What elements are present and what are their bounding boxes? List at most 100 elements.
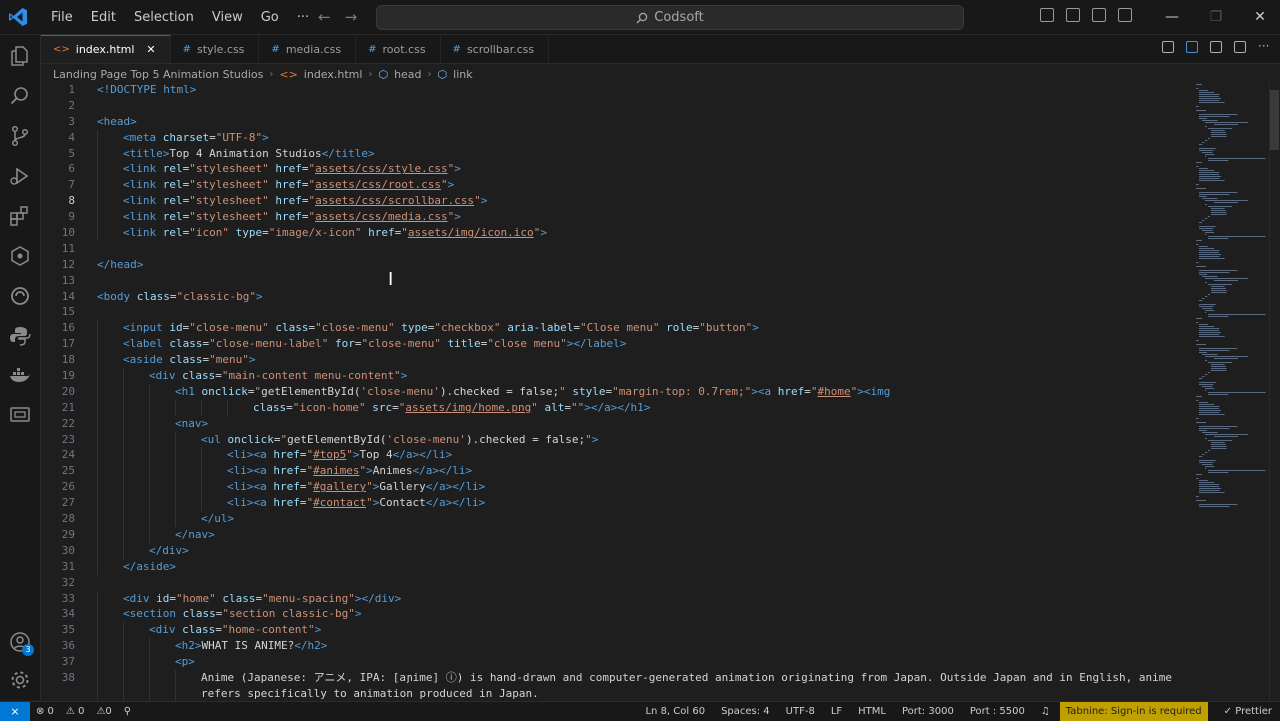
code-line[interactable]: 16 <input id="close-menu" class="close-me… [41,320,1191,337]
code-line[interactable]: refers specifically to animation produce… [41,685,1191,700]
indentation[interactable]: Spaces: 4 [721,706,770,717]
run-debug-icon[interactable] [8,164,32,188]
prettier-status[interactable]: ✓ Prettier [1224,706,1272,717]
toggle-secondary-sidebar-icon[interactable] [1092,8,1106,22]
code-line[interactable]: 36 <h2>WHAT IS ANIME?</h2> [41,638,1191,655]
back-arrow-icon[interactable]: ← [318,8,331,26]
gitlens-icon[interactable] [8,244,32,268]
docker-icon[interactable] [8,364,32,388]
code-line[interactable]: 1 <!DOCTYPE html> [41,82,1191,98]
code-line[interactable]: 31 </aside> [41,558,1191,575]
code-line[interactable]: 34 <section class="section classic-bg"> [41,606,1191,623]
code-line[interactable]: 22 <nav> [41,415,1191,432]
problems-errors[interactable]: ⊗ 0 [36,706,54,717]
code-line[interactable]: 20 <h1 onclick = " getElementById('close-men… [41,383,1191,400]
live-server-port-3000[interactable]: Port: 3000 [902,706,954,717]
breadcrumb-head[interactable]: head [394,68,421,81]
bell-icon[interactable]: ♫ [1041,706,1050,717]
cursor-position[interactable]: Ln 8, Col 60 [645,706,705,717]
source-control-icon[interactable] [8,124,32,148]
code-line[interactable]: 27 <li><a href="#contact">Contact</a></li… [41,495,1191,512]
code-line[interactable]: 18 <aside class="menu"> [41,352,1191,369]
tab-media-css[interactable]: # media.css [259,35,357,63]
command-center[interactable]: Codsoft [376,5,964,30]
breadcrumb-folder[interactable]: Landing Page Top 5 Animation Studios [53,68,263,81]
python-icon[interactable] [8,324,32,348]
close-tab-icon[interactable]: ✕ [146,43,155,56]
code-line[interactable]: 23 <ul onclick="getElementById('close-men… [41,431,1191,448]
code-line[interactable]: 32 [41,575,1191,591]
code-line[interactable]: 15 [41,304,1191,320]
comments-icon[interactable] [8,404,32,428]
explorer-icon[interactable] [8,44,32,68]
breadcrumb-link[interactable]: link [453,68,472,81]
code-line[interactable]: 2 [41,98,1191,114]
code-line[interactable]: 11 [41,241,1191,257]
minimize-button[interactable]: — [1150,0,1194,34]
compare-icon[interactable] [1186,41,1198,53]
code-line[interactable]: 17 <label class="close-menu-label" for="c… [41,336,1191,353]
toggle-panel-icon[interactable] [1066,8,1080,22]
code-line[interactable]: 5 <title>Top 4 Animation Studios</title> [41,145,1191,162]
problems-warnings[interactable]: ⚠ 0 [66,706,85,717]
ports-indicator[interactable]: ⚠0 [96,706,111,717]
menu-file[interactable]: File [42,10,82,25]
menu-more[interactable]: ··· [288,10,318,25]
code-line[interactable]: 3 <head> [41,114,1191,130]
toggle-primary-sidebar-icon[interactable] [1040,8,1054,22]
code-line[interactable]: 4 <meta charset="UTF-8"> [41,129,1191,146]
code-line[interactable]: 37 <p> [41,654,1191,670]
code-line[interactable]: 13 [41,273,1191,289]
code-line[interactable]: 38 Anime (Japanese: アニメ, IPA: [aɲime] ⓘ) … [41,669,1191,686]
menu-view[interactable]: View [203,10,252,25]
settings-gear-icon[interactable] [8,668,32,692]
tab-index-html[interactable]: <> index.html ✕ [41,35,171,63]
minimap[interactable] [1192,82,1268,512]
code-line[interactable]: 19 <div class="main-content menu-content"… [41,368,1191,384]
menu-edit[interactable]: Edit [82,10,125,25]
code-line[interactable]: 14 <body class="classic-bg"> [41,289,1191,305]
code-line[interactable]: 24 <li><a href="#top5">Top 4</a></li> [41,447,1191,464]
code-line[interactable]: 7 <link rel="stylesheet" href="assets/css… [41,177,1191,194]
code-line[interactable]: 8 <link rel="stylesheet" href="assets/css… [41,193,1191,210]
menu-selection[interactable]: Selection [125,10,203,25]
menu-go[interactable]: Go [252,10,288,25]
encoding[interactable]: UTF-8 [786,706,815,717]
editor-scrollbar[interactable] [1269,82,1280,700]
code-line[interactable]: 10 <link rel="icon" type="image/x-icon" h… [41,225,1191,241]
code-line[interactable]: 33 <div id="home" class="menu-spacing"></… [41,590,1191,607]
tab-scrollbar-css[interactable]: # scrollbar.css [441,35,550,63]
code-line[interactable]: 29 </nav> [41,526,1191,543]
code-line[interactable]: 28 </ul> [41,511,1191,527]
customize-layout-icon[interactable] [1118,8,1132,22]
open-preview-icon[interactable] [1162,41,1174,53]
forward-arrow-icon[interactable]: → [345,8,358,26]
branch-icon[interactable]: ⚲ [124,706,131,717]
close-window-button[interactable]: ✕ [1238,0,1280,34]
end-of-line[interactable]: LF [831,706,842,717]
open-changes-icon[interactable] [1210,41,1222,53]
code-line[interactable]: 12 </head> [41,257,1191,273]
tab-root-css[interactable]: # root.css [356,35,441,63]
tab-style-css[interactable]: # style.css [171,35,260,63]
code-line[interactable]: 25 <li><a href="#animes">Animes</a></li> [41,463,1191,480]
language-mode[interactable]: HTML [858,706,886,717]
tabnine-status[interactable]: Tabnine: Sign-in is required [1059,702,1208,721]
code-editor[interactable]: 1 <!DOCTYPE html> 2 3 <head> 4 <meta charset="… [41,82,1191,700]
split-editor-icon[interactable] [1234,41,1246,53]
code-line[interactable]: 35 <div class="home-content"> [41,622,1191,639]
restore-button[interactable]: ❐ [1194,0,1238,34]
remote-explorer-icon[interactable] [8,284,32,308]
remote-indicator[interactable]: ⨯ [0,702,30,721]
breadcrumb-file[interactable]: index.html [304,68,363,81]
scrollbar-thumb[interactable] [1270,90,1279,150]
code-line[interactable]: 9 <link rel="stylesheet" href="assets/css… [41,209,1191,226]
vscode-logo-icon[interactable] [8,7,28,27]
code-line[interactable]: 30 </div> [41,542,1191,559]
more-actions-icon[interactable]: ··· [1258,40,1270,53]
search-icon[interactable] [8,84,32,108]
code-line[interactable]: 21 class="icon-home" src="assets/img/home… [41,399,1191,416]
extensions-icon[interactable] [8,204,32,228]
code-line[interactable]: 6 <link rel="stylesheet" href="assets/css… [41,161,1191,178]
code-line[interactable]: 26 <li><a href="#gallery">Gallery</a></li… [41,479,1191,496]
